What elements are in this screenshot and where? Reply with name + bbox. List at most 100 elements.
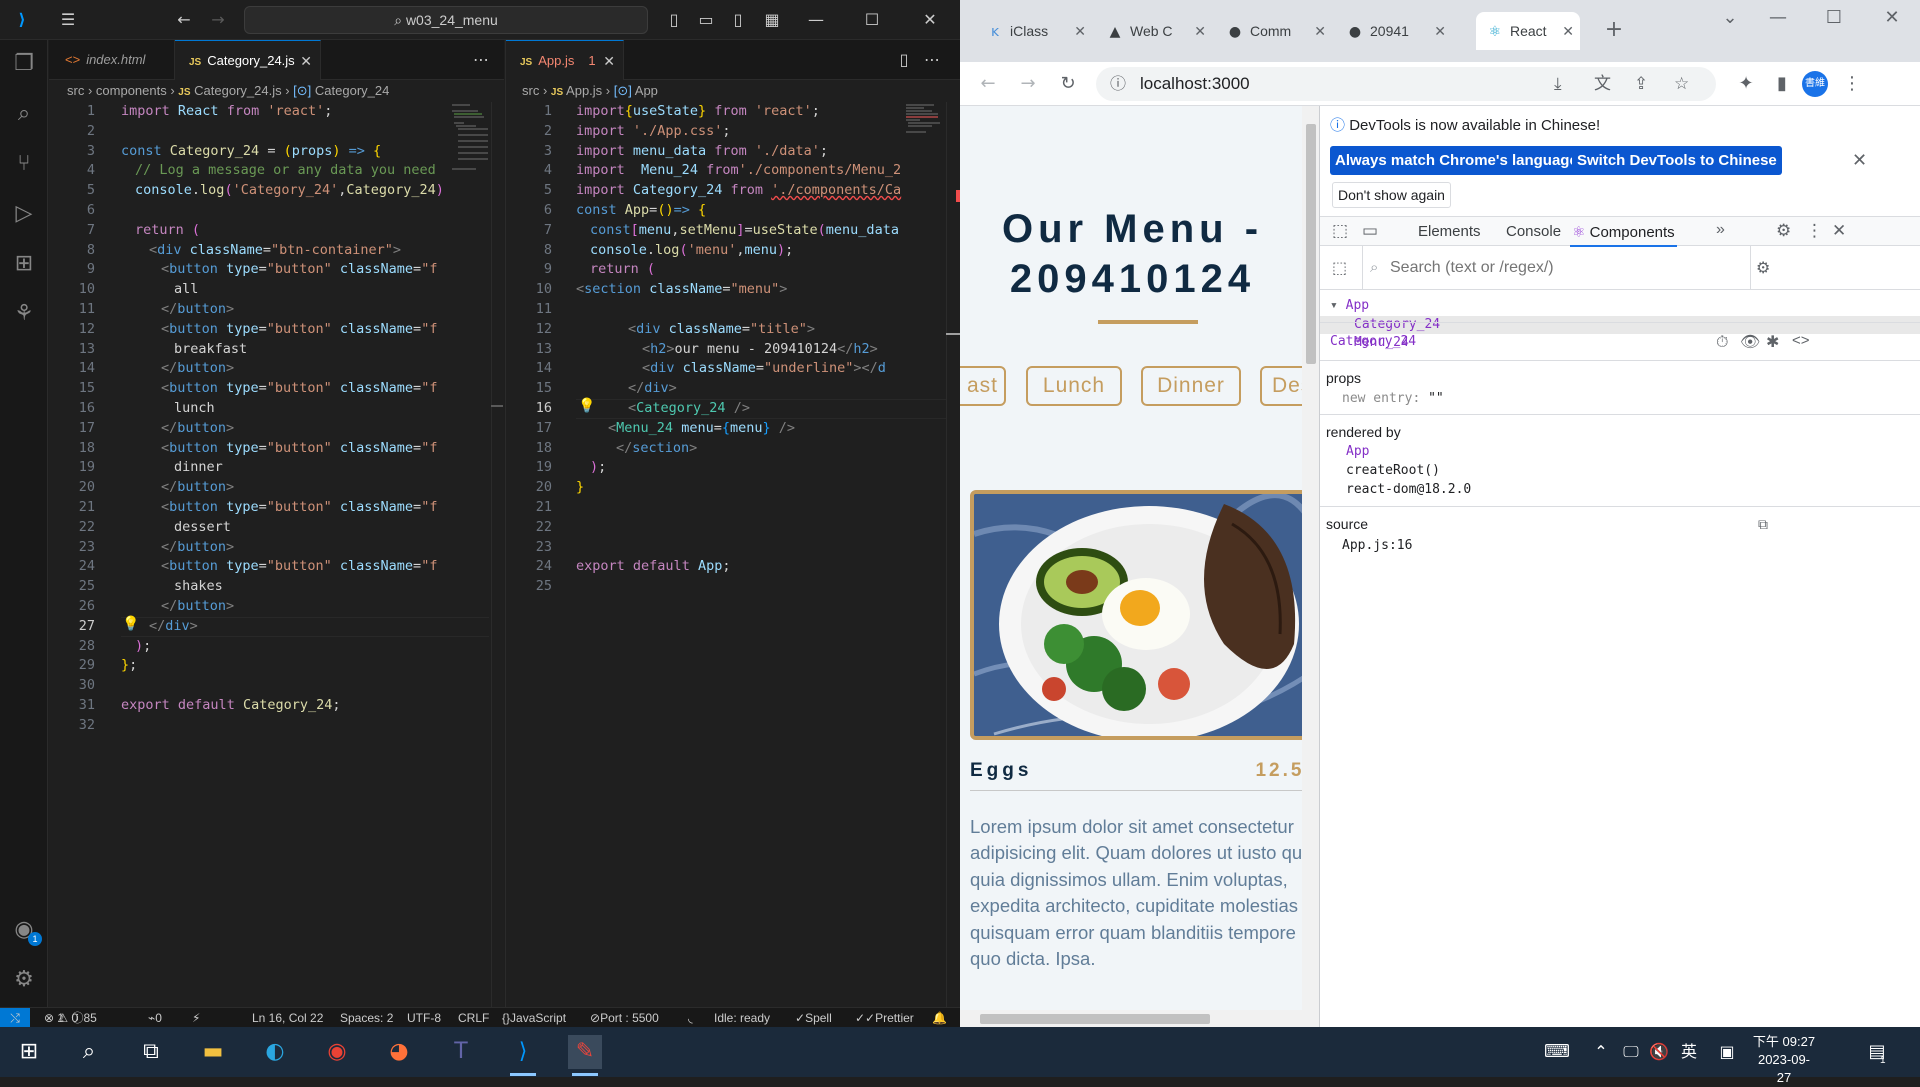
new-prop-row[interactable]: new entry: "" [1342,391,1444,406]
vertical-scrollbar[interactable] [946,102,960,1007]
rendered-by-app-link[interactable]: App [1346,444,1369,459]
ports-indicator[interactable]: ⌁ 0 [148,1008,162,1027]
switch-to-chinese-button[interactable]: Switch DevTools to Chinese [1572,146,1782,175]
close-tab-icon[interactable]: ✕ [603,41,615,81]
encoding[interactable]: UTF-8 [407,1008,441,1027]
command-center-search[interactable]: ⌕ w03_24_menu [244,6,648,34]
close-icon[interactable]: ✕ [918,8,942,32]
prettier-status[interactable]: ✓✓ Prettier [855,1008,914,1027]
volume-muted-icon[interactable]: 🔇 [1642,1035,1676,1069]
bookmark-star-icon[interactable]: ☆ [1674,67,1689,101]
more-actions-icon[interactable]: ⋯ [920,48,944,72]
manage-gear-icon[interactable]: ⚙ [8,964,40,996]
code-editor-left[interactable]: 1 2 3 4 5 6 7 8 9 10 11 12 13 14 15 16 17 18 19 20 21 22 23 24 2… [49,102,504,1002]
spell-check[interactable]: ✓ Spell [795,1008,832,1027]
source-location[interactable]: App.js:16 [1342,538,1412,553]
copy-icon[interactable]: ⧉ [1758,516,1768,533]
maximize-icon[interactable]: ☐ [860,8,884,32]
close-banner-icon[interactable]: ✕ [1852,150,1867,171]
run-debug-icon[interactable]: ▷ [8,198,40,230]
scroll-thumb[interactable] [1306,124,1316,364]
breadcrumb-item[interactable]: src [522,83,539,98]
tab-components[interactable]: ⚛ Components [1570,217,1677,247]
lightbulb-icon[interactable]: 💡 [578,398,595,414]
page-horizontal-scrollbar[interactable] [960,1010,1320,1027]
dont-show-again-button[interactable]: Don't show again [1332,182,1451,208]
breadcrumb-item[interactable]: Category_24.js [194,83,281,98]
browser-tab-active[interactable]: ⚛ React ✕ [1476,12,1580,50]
browser-tab[interactable]: ▲ Web C ✕ [1096,12,1212,50]
settings-gear-icon[interactable]: ⚙ [1776,221,1791,241]
problems-indicator[interactable]: ⊗ 1 ⚠ 0 ⓘ 85 [44,1008,97,1027]
split-editor-icon[interactable]: ▯ [892,48,916,72]
filter-button-lunch[interactable]: Lunch [1026,366,1122,406]
toggle-secondary-sidebar-icon[interactable]: ▯ [726,8,750,32]
toggle-sidebar-icon[interactable]: ▯ [662,8,686,32]
prop-value[interactable]: "" [1428,391,1444,406]
address-bar[interactable]: ⓘ localhost:3000 ⤓ 文 ⇪ ☆ [1096,67,1716,101]
task-view-icon[interactable]: ⧉ [134,1035,168,1069]
sync-icon[interactable]: ⚡ [192,1008,200,1027]
back-arrow-icon[interactable]: ← [976,72,1000,96]
active-app-icon[interactable]: ✎ [568,1035,602,1069]
idle-status[interactable]: Idle: ready [714,1008,770,1027]
minimize-icon[interactable]: — [804,8,828,32]
back-arrow-icon[interactable]: ← [172,8,196,32]
minimize-icon[interactable]: — [1766,6,1790,30]
filter-button-breakfast[interactable]: ast [960,366,1006,406]
inspect-eye-icon[interactable]: 👁 [1740,332,1760,351]
minimap[interactable] [452,102,494,222]
inspect-element-icon[interactable]: ⬚ [1332,221,1348,241]
clock[interactable]: 下午 09:27 2023-09-27 [1752,1033,1816,1087]
breadcrumb-item[interactable]: src [67,83,84,98]
show-hidden-icons-chevron-icon[interactable]: ⌃ [1584,1035,1618,1069]
file-explorer-icon[interactable]: ▬ [196,1035,230,1069]
browser-tab[interactable]: ● 20941 ✕ [1336,12,1452,50]
breadcrumb-item[interactable]: App.js [566,83,602,98]
firefox-icon[interactable]: ◕ [382,1035,416,1069]
chrome-icon[interactable]: ◉ [320,1035,354,1069]
browser-tab[interactable]: ● Comm ✕ [1216,12,1332,50]
windows-start-icon[interactable]: ⊞ [12,1035,46,1069]
ime-mode-icon[interactable]: ▣ [1710,1035,1744,1069]
ime-language[interactable]: 英 [1672,1035,1706,1069]
view-settings-gear-icon[interactable]: ⚙ [1756,258,1770,277]
close-icon[interactable]: ✕ [1880,6,1904,30]
teams-icon[interactable]: T [444,1035,478,1069]
close-tab-icon[interactable]: ✕ [300,41,312,81]
extensions-puzzle-icon[interactable]: ✦ [1734,72,1758,96]
chrome-menu-icon[interactable]: ⋮ [1840,72,1864,96]
site-info-icon[interactable]: ⓘ [1110,67,1126,101]
end-of-line[interactable]: CRLF [458,1008,489,1027]
minimap[interactable] [906,102,948,222]
close-tab-icon[interactable]: ✕ [1194,12,1206,50]
keyboard-icon[interactable]: ⌨ [1540,1035,1574,1069]
breadcrumb-item[interactable]: Category_24 [315,83,389,98]
filter-button-dinner[interactable]: Dinner [1141,366,1241,406]
tree-item-app[interactable]: ▾ App [1330,298,1369,313]
lightbulb-icon[interactable]: 💡 [122,616,139,632]
cursor-position[interactable]: Ln 16, Col 22 [252,1008,323,1027]
close-tab-icon[interactable]: ✕ [1434,12,1446,50]
live-server-port[interactable]: ⊘ Port : 5500 [590,1008,659,1027]
devtools-menu-icon[interactable]: ⋮ [1806,221,1823,241]
vscode-taskbar-icon[interactable]: ⟩ [506,1035,540,1069]
tab-console[interactable]: Console [1506,223,1561,240]
close-tab-icon[interactable]: ✕ [1314,12,1326,50]
forward-arrow-icon[interactable]: → [1016,72,1040,96]
tab-search-chevron-icon[interactable]: ⌄ [1718,6,1742,30]
close-tab-icon[interactable]: ✕ [1562,12,1574,50]
source-control-icon[interactable]: ⑂ [8,148,40,180]
tab-elements[interactable]: Elements [1418,223,1481,240]
extensions-icon[interactable]: ⊞ [8,248,40,280]
new-tab-plus-icon[interactable]: + [1602,18,1626,42]
view-source-icon[interactable]: <> [1792,332,1810,349]
search-icon[interactable]: ⌕ [72,1035,106,1069]
more-tabs-icon[interactable]: » [1716,221,1725,239]
indentation[interactable]: Spaces: 2 [340,1008,393,1027]
menu-hamburger-icon[interactable]: ☰ [56,8,80,32]
toggle-panel-icon[interactable]: ▭ [694,8,718,32]
install-app-icon[interactable]: ⤓ [1554,67,1562,101]
device-toolbar-icon[interactable]: ▭ [1362,221,1378,241]
maximize-icon[interactable]: ☐ [1822,6,1846,30]
